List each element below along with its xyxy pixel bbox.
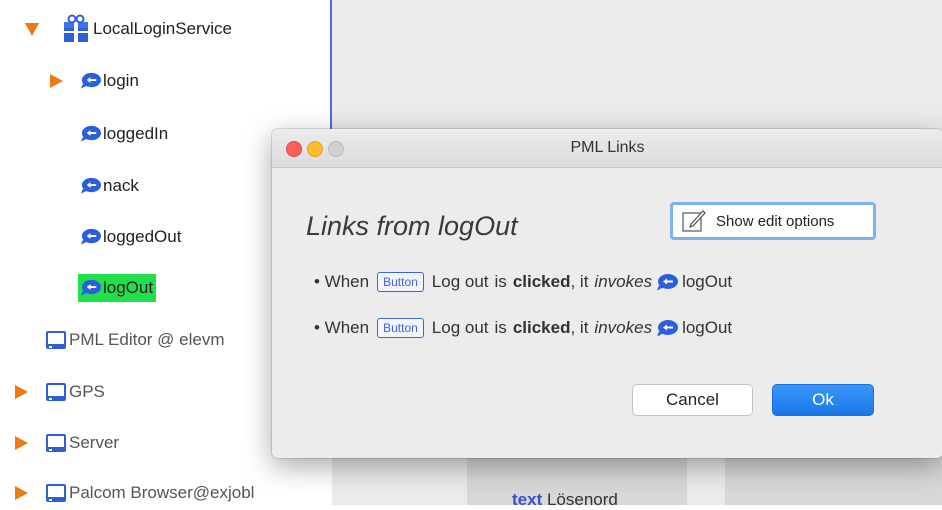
selection-highlight: logOut [78,274,157,302]
message-bubble-icon [657,319,679,336]
comma-text: , it [570,272,589,291]
device-icon [46,434,66,452]
editor-text-element[interactable]: text Lösenord [512,490,618,510]
verb-text: invokes [594,318,653,337]
target-name: logOut [682,272,733,291]
tree-item-nack[interactable]: nack [80,171,139,201]
expand-triangle-icon[interactable] [15,385,28,399]
type-badge: Button [377,318,424,338]
tree-item-label: logOut [103,278,154,297]
tree-item-label: loggedOut [103,227,182,246]
device-label: Server [69,433,120,452]
ok-button[interactable]: Ok [772,384,874,416]
tree-item-logout-selected[interactable]: logOut [78,273,157,303]
device-icon [46,383,66,401]
edit-pencil-icon [682,210,706,232]
comma-text: , it [570,318,589,337]
message-bubble-icon [657,273,679,290]
tree-item-loggedin[interactable]: loggedIn [80,119,168,149]
tree-item-label: login [103,71,139,90]
expand-triangle-icon[interactable] [15,486,28,500]
text-keyword: text [512,490,543,509]
service-label: LocalLoginService [93,19,232,38]
verb-text: invokes [594,272,653,291]
tree-device-pml-editor[interactable]: PML Editor @ elevm [45,325,225,355]
service-package-icon [64,14,88,42]
expand-triangle-icon[interactable] [15,436,28,450]
element-name: Log out [431,318,489,337]
link-row: • When Button Log out is clicked , it in… [314,272,732,292]
edit-button-label: Show edit options [716,212,835,230]
editor-field-block [725,455,942,505]
tree-device-server[interactable]: Server [15,428,119,458]
element-name: Log out [431,272,489,291]
type-badge: Button [377,272,424,292]
tree-item-login[interactable]: login [50,66,139,96]
device-icon [46,331,66,349]
message-bubble-icon [80,72,101,89]
expand-triangle-icon[interactable] [50,74,63,88]
device-icon [46,484,66,502]
expand-triangle-icon[interactable] [25,22,39,36]
bullet-when: • When [314,318,370,337]
target-name: logOut [682,318,733,337]
action-text: clicked [512,272,571,291]
pml-links-dialog: PML Links Links from logOut Show edit op… [272,129,942,458]
links-heading: Links from logOut [306,211,518,241]
device-label: PML Editor @ elevm [69,330,225,349]
cancel-button[interactable]: Cancel [632,384,753,416]
tree-item-label: loggedIn [103,124,169,143]
device-label: GPS [69,382,105,401]
message-bubble-icon [80,125,101,142]
message-bubble-icon [80,177,101,194]
dialog-title: PML Links [570,139,645,156]
dialog-titlebar[interactable]: PML Links [272,129,942,168]
text-value: Lösenord [546,490,618,509]
message-bubble-icon [80,279,101,296]
tree-row-service[interactable]: LocalLoginService [25,14,232,44]
tree-device-gps[interactable]: GPS [15,377,105,407]
action-text: clicked [512,318,571,337]
show-edit-options-button[interactable]: Show edit options [670,202,876,240]
message-bubble-icon [80,228,101,245]
link-row: • When Button Log out is clicked , it in… [314,318,732,338]
tree-item-loggedout[interactable]: loggedOut [80,222,181,252]
tree-device-palcom-browser[interactable]: Palcom Browser@exjobl [15,478,254,508]
device-label: Palcom Browser@exjobl [69,483,255,502]
tree-item-label: nack [103,176,139,195]
is-text: is [494,318,507,337]
bullet-when: • When [314,272,370,291]
is-text: is [494,272,507,291]
